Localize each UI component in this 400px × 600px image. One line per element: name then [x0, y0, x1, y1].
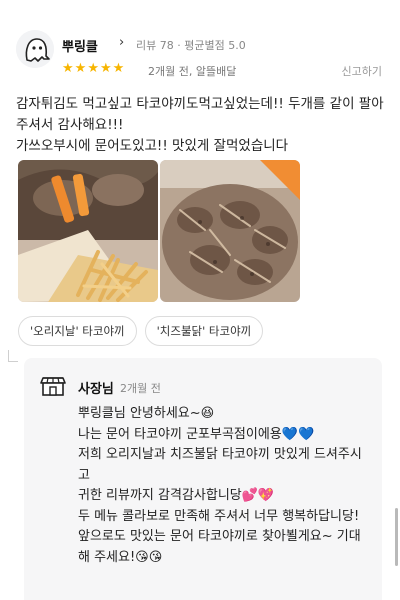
star-icon: ★	[87, 61, 99, 76]
reply-line: 나는 문어 타코야끼 군포부곡점이에용💙💙	[78, 426, 315, 442]
report-button[interactable]: 신고하기	[342, 63, 382, 79]
reply-line: 저희 오리지날과 치즈불닭 타코야끼 맛있게 드셔주시고	[78, 447, 362, 483]
review-count: 리뷰 78	[136, 39, 174, 52]
menu-tag-original[interactable]: '오리지날' 타코야끼	[18, 316, 137, 346]
reply-line: 두 메뉴 콜라보로 만족해 주셔서 너무 행복하답니당!	[78, 508, 360, 524]
star-icon: ★	[62, 61, 74, 76]
menu-tag-cheese-buldak[interactable]: '치즈불닭' 타코야끼	[144, 316, 264, 346]
reply-indicator-icon	[8, 350, 18, 362]
reply-text: 뿌링클님 안녕하세요~😆 나는 문어 타코야끼 군포부곡점이에용💙💙 저희 오리…	[78, 404, 368, 568]
review-photos	[18, 160, 300, 302]
star-icon: ★	[112, 61, 125, 76]
ordered-menu-tags: '오리지날' 타코야끼 '치즈불닭' 타코야끼	[18, 316, 264, 346]
review-header: 뿌링클 › 리뷰 78 · 평균별점 5.0 ★ ★ ★ ★ ★ 2개월 전, …	[16, 30, 384, 80]
scrollbar[interactable]	[395, 508, 398, 566]
star-icon: ★	[74, 61, 87, 76]
chevron-right-icon[interactable]: ›	[119, 35, 124, 50]
reviewer-meta: 리뷰 78 · 평균별점 5.0	[136, 37, 246, 53]
storefront-icon	[38, 370, 68, 400]
review-date: 2개월 전, 알뜰배달	[148, 65, 237, 78]
review-text: 감자튀김도 먹고싶고 타코야끼도먹고싶었는데!! 두개를 같이 팔아주셔서 감사…	[16, 96, 384, 154]
reply-line: 뿌링클님 안녕하세요~😆	[78, 406, 215, 421]
reply-date: 2개월 전	[120, 382, 161, 395]
ghost-avatar-icon	[16, 30, 54, 68]
owner-reply: 사장님 2개월 전 뿌링클님 안녕하세요~😆 나는 문어 타코야끼 군포부곡점이…	[24, 358, 382, 600]
meta-separator: ·	[177, 39, 181, 52]
reply-line: 귀한 리뷰까지 감격감사합니당💕💖	[78, 488, 275, 503]
owner-label: 사장님	[78, 382, 114, 397]
reply-line: 앞으로도 맛있는 문어 타코야끼로 찾아뵐게요~ 기대해 주세요!😘😘	[78, 529, 361, 565]
reviewer-nickname[interactable]: 뿌링클	[62, 36, 98, 55]
rating-stars: ★ ★ ★ ★ ★	[62, 62, 124, 75]
star-icon: ★	[99, 61, 112, 76]
avatar[interactable]	[16, 30, 54, 68]
review-photo[interactable]	[18, 160, 158, 302]
review-photo[interactable]	[160, 160, 300, 302]
average-rating: 평균별점 5.0	[184, 39, 246, 52]
